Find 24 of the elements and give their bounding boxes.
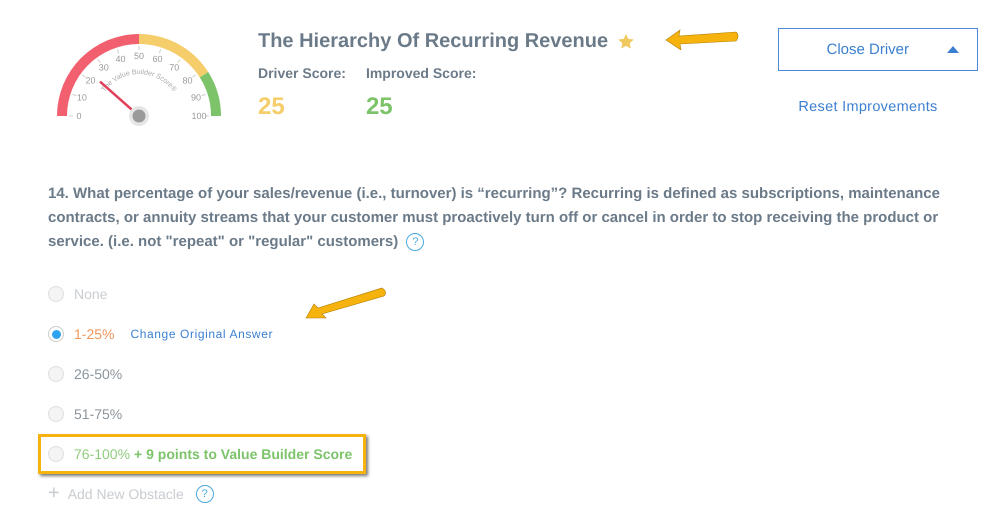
close-driver-button[interactable]: Close Driver [778, 28, 978, 71]
option-label: 51-75% [74, 406, 122, 422]
plus-icon[interactable]: + [48, 482, 60, 505]
reset-link[interactable]: Reset Improvements [798, 99, 938, 115]
option-label: 26-50% [74, 366, 122, 382]
bonus-text: + 9 points to Value Builder Score [134, 446, 352, 462]
change-answer-link[interactable]: Change Original Answer [130, 327, 274, 341]
radio-button[interactable] [48, 326, 64, 342]
star-icon[interactable] [618, 34, 634, 49]
driver-title: The Hierarchy Of Recurring Revenue [258, 30, 608, 53]
score-label: Improved Score: [366, 65, 476, 81]
option-label: 76-100% [74, 446, 130, 462]
radio-button[interactable] [48, 446, 64, 462]
question-text: 14. What percentage of your sales/revenue (i.e., turnover) is “recurring”? Recurring is defined as subscriptions, maintenance contracts, or annuity streams that your customer must proactively turn off or cancel in order to stop receiving the product or service. (i.e. not "repeat" or "regular" customers) ? [48, 184, 941, 254]
help-icon[interactable]: ? [406, 233, 424, 252]
help-icon[interactable]: ? [196, 484, 214, 502]
driver-score: 25 [258, 93, 286, 121]
radio-button[interactable] [48, 286, 64, 302]
option-label: 1-25% [74, 326, 114, 342]
improved-score: 25 [366, 93, 394, 121]
radio-button[interactable] [48, 406, 64, 422]
caret-icon [947, 46, 959, 53]
score-label: Driver Score: [258, 65, 346, 81]
radio-button[interactable] [48, 366, 64, 382]
